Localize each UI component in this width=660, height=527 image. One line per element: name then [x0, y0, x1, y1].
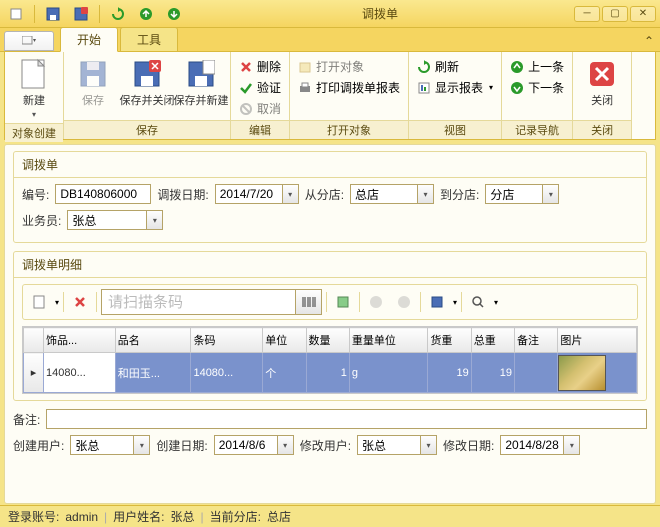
toolbar-export-icon[interactable] — [425, 290, 449, 314]
file-menu-tab[interactable] — [4, 31, 54, 51]
toolbar-new-icon[interactable] — [27, 290, 51, 314]
save-new-button[interactable]: 保存并新建 — [176, 54, 226, 112]
modify-date-label: 修改日期: — [443, 437, 494, 454]
remark-field[interactable] — [46, 409, 647, 429]
save-icon — [77, 58, 109, 90]
group-edit-label: 编辑 — [231, 120, 289, 139]
window-title: 调拨单 — [186, 5, 574, 22]
create-date-field[interactable]: ▾ — [214, 435, 294, 455]
refresh-button[interactable]: 刷新 — [413, 56, 497, 77]
row-image-cell[interactable] — [558, 353, 637, 393]
chevron-down-icon[interactable]: ▾ — [146, 211, 162, 229]
close-window-button[interactable]: ✕ — [630, 6, 656, 22]
qat-save-icon[interactable] — [41, 2, 65, 26]
product-thumbnail — [558, 355, 606, 391]
show-report-button[interactable]: 显示报表▾ — [413, 77, 497, 98]
close-button[interactable]: 关闭 — [577, 54, 627, 112]
no-label: 编号: — [22, 186, 49, 203]
sales-field[interactable]: ▾ — [67, 210, 163, 230]
from-store-field[interactable]: ▾ — [350, 184, 434, 204]
group-save-label: 保存 — [64, 120, 230, 139]
table-row[interactable]: ▸ 14080... 和田玉... 14080... 个 1 g 19 19 — [24, 353, 637, 393]
status-user: 张总 — [171, 508, 195, 525]
from-label: 从分店: — [305, 186, 344, 203]
collapse-ribbon-icon[interactable]: ⌃ — [638, 31, 660, 51]
detail-grid[interactable]: 饰品... 品名 条码 单位 数量 重量单位 货重 总重 备注 图片 ▸ 140… — [23, 327, 637, 393]
remark-label: 备注: — [13, 411, 40, 428]
qat-refresh-icon[interactable] — [106, 2, 130, 26]
chevron-down-icon[interactable]: ▾ — [282, 185, 298, 203]
group-open-label: 打开对象 — [290, 120, 408, 139]
toolbar-prev-icon — [364, 290, 388, 314]
qat-saveclose-icon[interactable] — [69, 2, 93, 26]
toolbar-delete-icon[interactable] — [68, 290, 92, 314]
create-user-field[interactable]: ▾ — [70, 435, 150, 455]
prev-record-button[interactable]: 上一条 — [506, 56, 568, 77]
modify-user-label: 修改用户: — [300, 437, 351, 454]
create-date-label: 创建日期: — [156, 437, 207, 454]
modify-date-field[interactable]: ▾ — [500, 435, 580, 455]
group-close-label: 关闭 — [573, 120, 631, 139]
tab-start[interactable]: 开始 — [60, 27, 118, 52]
barcode-icon[interactable] — [295, 290, 321, 314]
chevron-down-icon[interactable]: ▾ — [542, 185, 558, 203]
save-close-icon — [131, 58, 163, 90]
barcode-search-input[interactable] — [101, 289, 322, 315]
maximize-button[interactable]: ▢ — [602, 6, 628, 22]
status-store-label: 当前分店: — [210, 508, 261, 525]
delete-button[interactable]: 删除 — [235, 56, 285, 77]
to-label: 到分店: — [440, 186, 479, 203]
next-record-button[interactable]: 下一条 — [506, 77, 568, 98]
toolbar-search-icon[interactable] — [466, 290, 490, 314]
create-user-label: 创建用户: — [13, 437, 64, 454]
qat-menu-icon[interactable] — [4, 2, 28, 26]
status-account: admin — [65, 510, 98, 524]
qat-next-icon[interactable] — [162, 2, 186, 26]
minimize-button[interactable]: ─ — [574, 6, 600, 22]
toolbar-grid-icon[interactable] — [331, 290, 355, 314]
group-nav-label: 记录导航 — [502, 120, 572, 139]
date-label: 调拨日期: — [157, 186, 208, 203]
modify-user-field[interactable]: ▾ — [357, 435, 437, 455]
new-doc-icon — [18, 58, 50, 90]
validate-button[interactable]: 验证 — [235, 77, 285, 98]
chevron-down-icon[interactable]: ▾ — [417, 185, 433, 203]
save-button: 保存 — [68, 54, 118, 112]
status-user-label: 用户姓名: — [113, 508, 164, 525]
toolbar-next-icon — [392, 290, 416, 314]
print-report-button[interactable]: 打印调拨单报表 — [294, 77, 404, 98]
qat-prev-icon[interactable] — [134, 2, 158, 26]
open-object-button: 打开对象 — [294, 56, 404, 77]
status-account-label: 登录账号: — [8, 508, 59, 525]
date-field[interactable]: ▾ — [215, 184, 299, 204]
no-field[interactable] — [55, 184, 151, 204]
close-icon — [586, 58, 618, 90]
sales-label: 业务员: — [22, 212, 61, 229]
detail-section-title: 调拨单明细 — [14, 252, 646, 278]
row-indicator-icon: ▸ — [24, 353, 44, 393]
to-store-field[interactable]: ▾ — [485, 184, 559, 204]
save-new-icon — [185, 58, 217, 90]
group-create-label: 对象创建 — [5, 123, 63, 142]
group-view-label: 视图 — [409, 120, 501, 139]
save-close-button[interactable]: 保存并关闭 — [122, 54, 172, 112]
tab-tools[interactable]: 工具 — [120, 27, 178, 51]
status-store: 总店 — [267, 508, 291, 525]
header-section-title: 调拨单 — [14, 152, 646, 178]
cancel-button: 取消 — [235, 98, 285, 119]
new-button[interactable]: 新建▾ — [9, 54, 59, 123]
